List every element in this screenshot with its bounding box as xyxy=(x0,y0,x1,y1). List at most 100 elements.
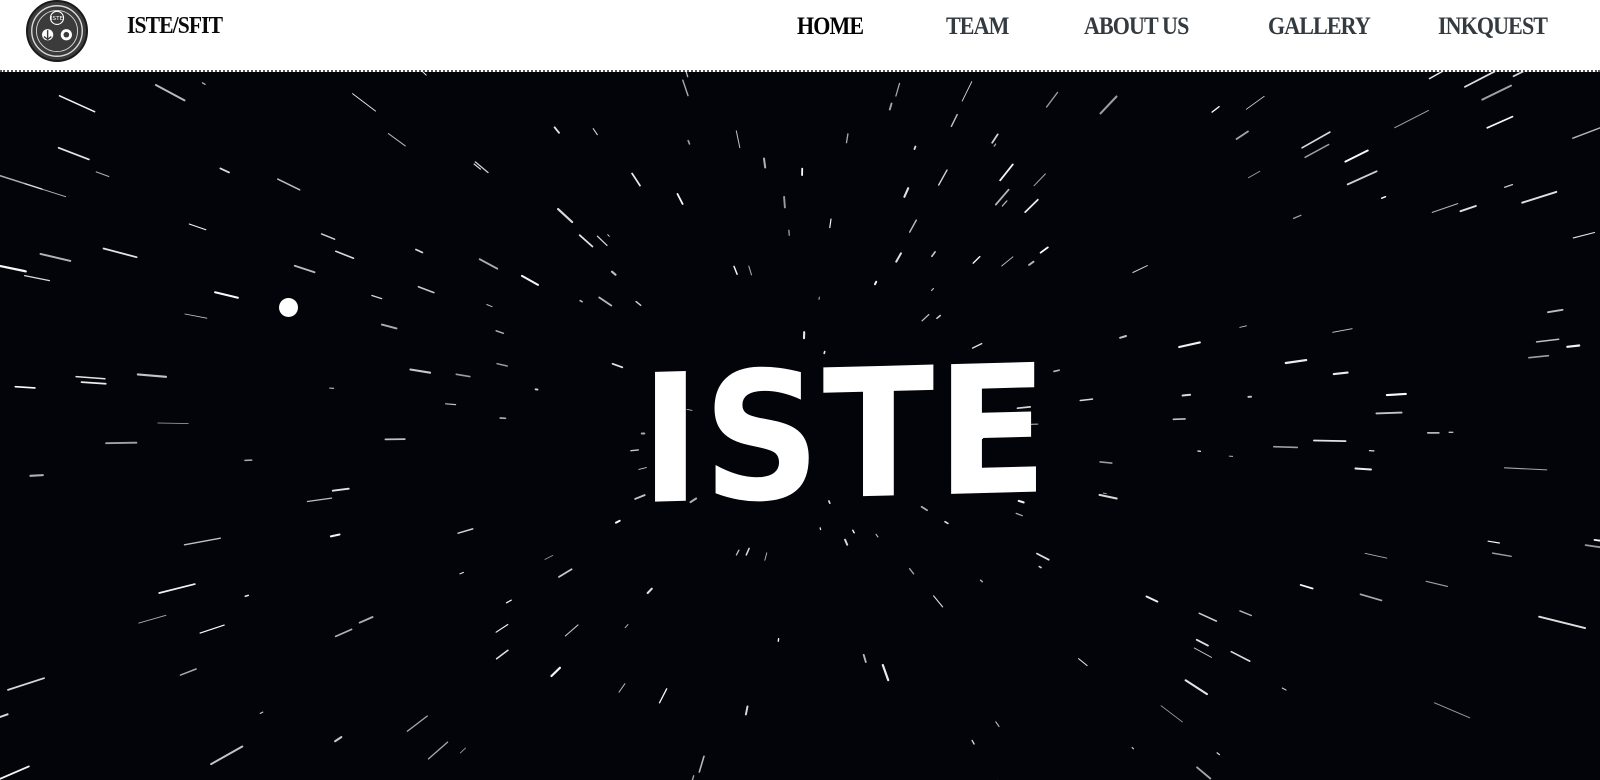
nav-team[interactable]: TEAM xyxy=(946,13,1009,41)
star-streak xyxy=(1486,115,1514,129)
star-streak xyxy=(1181,393,1192,397)
star-streak xyxy=(783,195,786,209)
star-streak xyxy=(936,314,942,320)
star-streak xyxy=(0,765,30,780)
star-streak xyxy=(676,193,684,205)
star-streak xyxy=(486,304,493,308)
star-streak xyxy=(1193,647,1212,658)
star-streak xyxy=(903,187,910,198)
star-streak xyxy=(748,265,753,276)
star-streak xyxy=(1039,246,1049,254)
star-streak xyxy=(735,130,741,149)
star-streak xyxy=(950,113,958,128)
star-streak xyxy=(1098,493,1118,500)
star-streak xyxy=(862,653,867,663)
star-streak xyxy=(1045,91,1059,108)
star-streak xyxy=(29,474,44,477)
star-streak xyxy=(995,721,1000,728)
star-streak xyxy=(199,624,225,634)
star-streak xyxy=(387,133,406,147)
star-streak xyxy=(1313,439,1347,442)
logo-text: ISTE xyxy=(51,16,64,22)
star-streak xyxy=(1038,565,1042,569)
star-streak xyxy=(607,234,610,237)
star-streak xyxy=(1195,638,1209,647)
star-streak xyxy=(979,579,984,583)
star-streak xyxy=(14,385,36,389)
star-streak xyxy=(550,666,561,678)
star-streak xyxy=(1538,615,1586,630)
star-streak xyxy=(895,82,901,97)
star-streak xyxy=(1459,205,1477,213)
star-streak xyxy=(631,172,641,187)
star-streak xyxy=(138,614,167,624)
star-streak xyxy=(1547,308,1564,314)
star-streak xyxy=(478,258,499,270)
iste-logo[interactable]: ISTE xyxy=(26,0,88,62)
star-streak xyxy=(1001,200,1008,207)
star-streak xyxy=(184,313,208,319)
star-streak xyxy=(457,528,474,534)
star-streak xyxy=(1425,580,1449,588)
star-streak xyxy=(1284,359,1308,365)
star-streak xyxy=(972,255,981,264)
star-streak xyxy=(495,649,509,660)
nav-about-us[interactable]: ABOUT US xyxy=(1084,13,1189,41)
star-streak xyxy=(1239,325,1247,328)
planet-dot xyxy=(279,298,298,317)
star-streak xyxy=(991,133,999,144)
star-streak xyxy=(1428,72,1443,80)
star-streak xyxy=(1364,552,1388,559)
star-streak xyxy=(320,233,336,240)
star-streak xyxy=(1394,109,1429,129)
star-streak xyxy=(520,274,540,286)
star-streak xyxy=(495,623,509,633)
star-streak xyxy=(971,739,975,745)
star-streak xyxy=(1512,72,1525,78)
iste-emblem-icon: ISTE xyxy=(31,5,83,57)
star-streak xyxy=(80,381,107,385)
star-streak xyxy=(1535,338,1560,343)
brand-name[interactable]: ISTE/SFIT xyxy=(127,13,223,40)
star-streak xyxy=(0,174,43,190)
star-streak xyxy=(259,711,264,714)
star-streak xyxy=(646,587,653,595)
star-streak xyxy=(931,251,936,258)
star-streak xyxy=(201,82,206,85)
star-streak xyxy=(630,449,639,452)
star-streak xyxy=(214,291,239,299)
star-streak xyxy=(1346,170,1378,186)
nav-inkquest[interactable]: INKQUEST xyxy=(1438,13,1548,41)
star-streak xyxy=(553,126,560,134)
star-streak xyxy=(1304,143,1330,159)
star-streak xyxy=(157,422,189,424)
star-streak xyxy=(592,128,598,136)
star-streak xyxy=(422,72,427,76)
star-streak xyxy=(1528,354,1550,359)
star-streak xyxy=(1344,149,1369,163)
hero-starfield: ISTE xyxy=(0,72,1600,780)
nav-home[interactable]: HOME xyxy=(797,13,864,41)
nav-gallery[interactable]: GALLERY xyxy=(1268,13,1371,41)
star-streak xyxy=(579,299,583,303)
star-streak xyxy=(58,95,96,113)
star-streak xyxy=(496,362,508,367)
star-streak xyxy=(505,599,512,604)
star-streak xyxy=(158,583,196,594)
star-streak xyxy=(1572,231,1596,239)
star-streak xyxy=(961,81,973,102)
star-streak xyxy=(415,248,424,254)
star-streak xyxy=(23,274,51,282)
star-streak xyxy=(881,663,890,682)
star-streak xyxy=(1385,392,1407,397)
star-streak xyxy=(1504,183,1514,188)
star-streak xyxy=(614,519,621,524)
star-streak xyxy=(1375,411,1403,415)
star-streak xyxy=(682,79,689,97)
star-streak xyxy=(334,250,355,259)
hero-title: ISTE xyxy=(640,326,1050,544)
star-streak xyxy=(1584,544,1600,549)
star-streak xyxy=(618,683,626,693)
star-streak xyxy=(1198,612,1218,622)
star-streak xyxy=(598,296,613,307)
